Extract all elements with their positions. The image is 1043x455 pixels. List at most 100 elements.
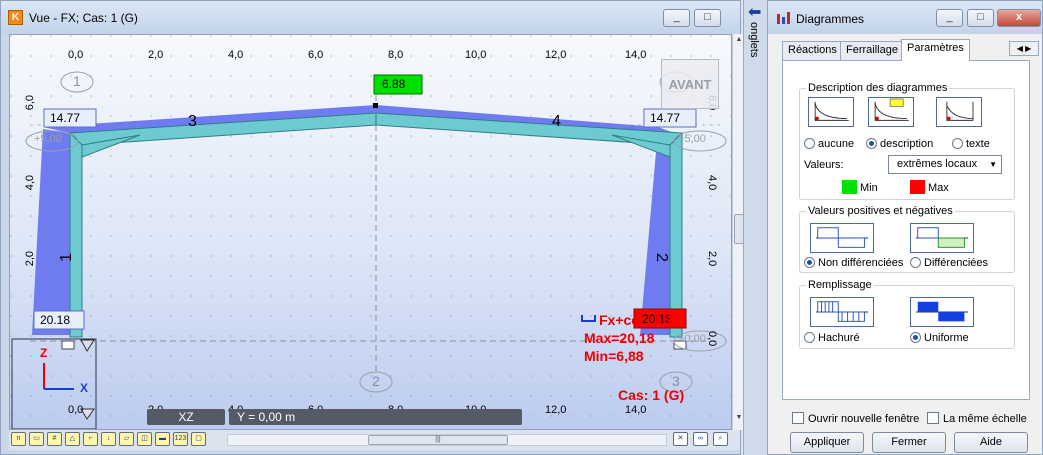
horizontal-scroll-thumb[interactable]: ||| [368, 435, 508, 445]
y-tick-right-3: 0,0 [706, 331, 718, 347]
max-label: Max [928, 182, 949, 194]
radio-description-dot[interactable] [866, 138, 877, 149]
radio-differenciees-dot[interactable] [910, 257, 921, 268]
radio-hachure[interactable]: Hachuré [804, 332, 860, 344]
radio-aucune-label: aucune [818, 138, 855, 150]
support-left[interactable] [61, 340, 75, 350]
tab-scroll-arrows[interactable]: ◀ ▶ [1009, 41, 1039, 56]
max-color-swatch[interactable] [910, 180, 925, 194]
toolbar-cancel-icon[interactable]: ✕ [673, 432, 688, 446]
toolbar-display-icon[interactable]: ▬ [155, 432, 170, 446]
dialog-close-button[interactable]: x [997, 9, 1041, 27]
valeurs-select[interactable]: extrêmes locaux ▼ [888, 155, 1002, 174]
x-tick-bottom-7: 14,0 [625, 404, 647, 416]
radio-differenciees[interactable]: Différenciées [910, 257, 988, 269]
toolbar-bars-icon[interactable]: ▭ [29, 432, 44, 446]
x-tick-bottom-0: 0,0 [68, 404, 84, 416]
toolbar-supports-icon[interactable]: △ [65, 432, 80, 446]
radio-uniforme-label: Uniforme [924, 332, 969, 344]
element-label-2: 2 [653, 253, 670, 262]
min-label: Min [860, 182, 878, 194]
onglets-label: onglets [748, 22, 760, 58]
toolbar-nodes-icon[interactable]: n [11, 432, 26, 446]
radio-aucune-dot[interactable] [804, 138, 815, 149]
toolbar-panels-icon[interactable]: ▱ [119, 432, 134, 446]
element-label-4: 4 [552, 113, 561, 130]
hatched-fill-icon[interactable] [810, 297, 874, 327]
checkbox-new-window-box[interactable] [792, 412, 804, 424]
toolbar-loads-icon[interactable]: ↓ [101, 432, 116, 446]
checkbox-same-scale[interactable]: La même échelle [927, 412, 1027, 425]
element-label-1: 1 [58, 253, 75, 262]
radio-description[interactable]: description [866, 138, 933, 150]
view-plane-button[interactable]: XZ [147, 409, 225, 425]
radio-hachure-dot[interactable] [804, 332, 815, 343]
y-tick-right-2: 2,0 [706, 251, 718, 267]
differentiated-icon[interactable] [910, 223, 974, 253]
undifferentiated-icon[interactable] [810, 223, 874, 253]
radio-hachure-label: Hachuré [818, 332, 860, 344]
z-axis-label: Z [40, 346, 48, 360]
radio-non-differenciees-dot[interactable] [804, 257, 815, 268]
toolbar-zoom-icon[interactable]: ⌕ [713, 432, 728, 446]
toolbar-profiles-icon[interactable]: ⌐ [83, 432, 98, 446]
app-logo-icon: K [8, 10, 23, 25]
group-description: Description des diagrammes aucune descri… [799, 82, 1015, 200]
minimize-button[interactable]: _ [663, 9, 690, 27]
description-none-icon[interactable] [808, 97, 854, 127]
tab-parametres[interactable]: Paramètres [901, 39, 970, 61]
toolbar-link-icon[interactable]: ∞ [693, 432, 708, 446]
dialog-maximize-button[interactable]: □ [967, 9, 994, 27]
chevron-down-icon[interactable]: ▼ [989, 156, 997, 173]
dialog-minimize-button[interactable]: _ [936, 9, 963, 27]
aide-button[interactable]: Aide [954, 432, 1028, 453]
appliquer-button[interactable]: Appliquer [790, 432, 864, 453]
toolbar-symbols-icon[interactable]: ◫ [137, 432, 152, 446]
x-tick-4: 8,0 [388, 49, 404, 61]
node-label-2: 2 [372, 373, 380, 389]
checkbox-same-scale-label: La même échelle [943, 413, 1027, 425]
radio-texte[interactable]: texte [952, 138, 990, 150]
fermer-button[interactable]: Fermer [872, 432, 946, 453]
toolbar-numbers-icon[interactable]: # [47, 432, 62, 446]
level-label-right-top: +5,00 [678, 133, 706, 145]
view-toolbar: n ▭ # △ ⌐ ↓ ▱ ◫ ▬ 123 ▢ ||| ✕ ∞ ⌕ [9, 430, 740, 450]
radio-texte-dot[interactable] [952, 138, 963, 149]
description-values-icon[interactable] [868, 97, 914, 127]
value-top-left: 14.77 [50, 111, 81, 125]
valeurs-label: Valeurs: [804, 159, 844, 171]
min-color-swatch[interactable] [842, 180, 857, 194]
arrow-left-icon[interactable]: ⬅ [748, 2, 761, 22]
grid-dots [10, 35, 731, 429]
y-position-field[interactable]: Y = 0,00 m [229, 409, 522, 425]
radio-non-differenciees[interactable]: Non différenciées [804, 257, 903, 269]
ridge-node[interactable] [373, 103, 378, 108]
node-label-1: 1 [73, 73, 81, 89]
description-text-icon[interactable] [936, 97, 982, 127]
radio-aucune[interactable]: aucune [804, 138, 854, 150]
checkbox-same-scale-box[interactable] [927, 412, 939, 424]
value-ridge: 6.88 [382, 77, 406, 91]
toolbar-frame-icon[interactable]: ▢ [191, 432, 206, 446]
avant-view-badge[interactable]: AVANT [661, 59, 719, 109]
radio-uniforme[interactable]: Uniforme [910, 332, 969, 344]
structure-view-canvas[interactable]: 0,0 2,0 4,0 6,0 8,0 10,0 12,0 14,0 0,0 2… [9, 34, 732, 430]
onglets-strip[interactable]: ⬅ onglets [743, 0, 767, 455]
maximize-button[interactable]: □ [694, 9, 721, 27]
legend-case: Cas: 1 (G) [618, 387, 685, 403]
checkbox-new-window-label: Ouvrir nouvelle fenêtre [808, 413, 920, 425]
group-description-label: Description des diagrammes [806, 82, 950, 94]
radio-differenciees-label: Différenciées [924, 257, 988, 269]
toolbar-values-icon[interactable]: 123 [173, 432, 188, 446]
legend-result-label: Fx+cc... kN [599, 312, 673, 328]
x-axis-label: X [80, 381, 89, 395]
tab-ferraillage[interactable]: Ferraillage [840, 41, 904, 60]
radio-uniforme-dot[interactable] [910, 332, 921, 343]
column-1 [69, 132, 83, 338]
tab-reactions[interactable]: Réactions [782, 41, 843, 60]
element-label-3: 3 [188, 113, 197, 130]
checkbox-new-window[interactable]: Ouvrir nouvelle fenêtre [792, 412, 919, 425]
horizontal-scrollbar[interactable]: ||| [227, 434, 667, 446]
y-tick-0: 6,0 [24, 95, 36, 111]
uniform-fill-icon[interactable] [910, 297, 974, 327]
